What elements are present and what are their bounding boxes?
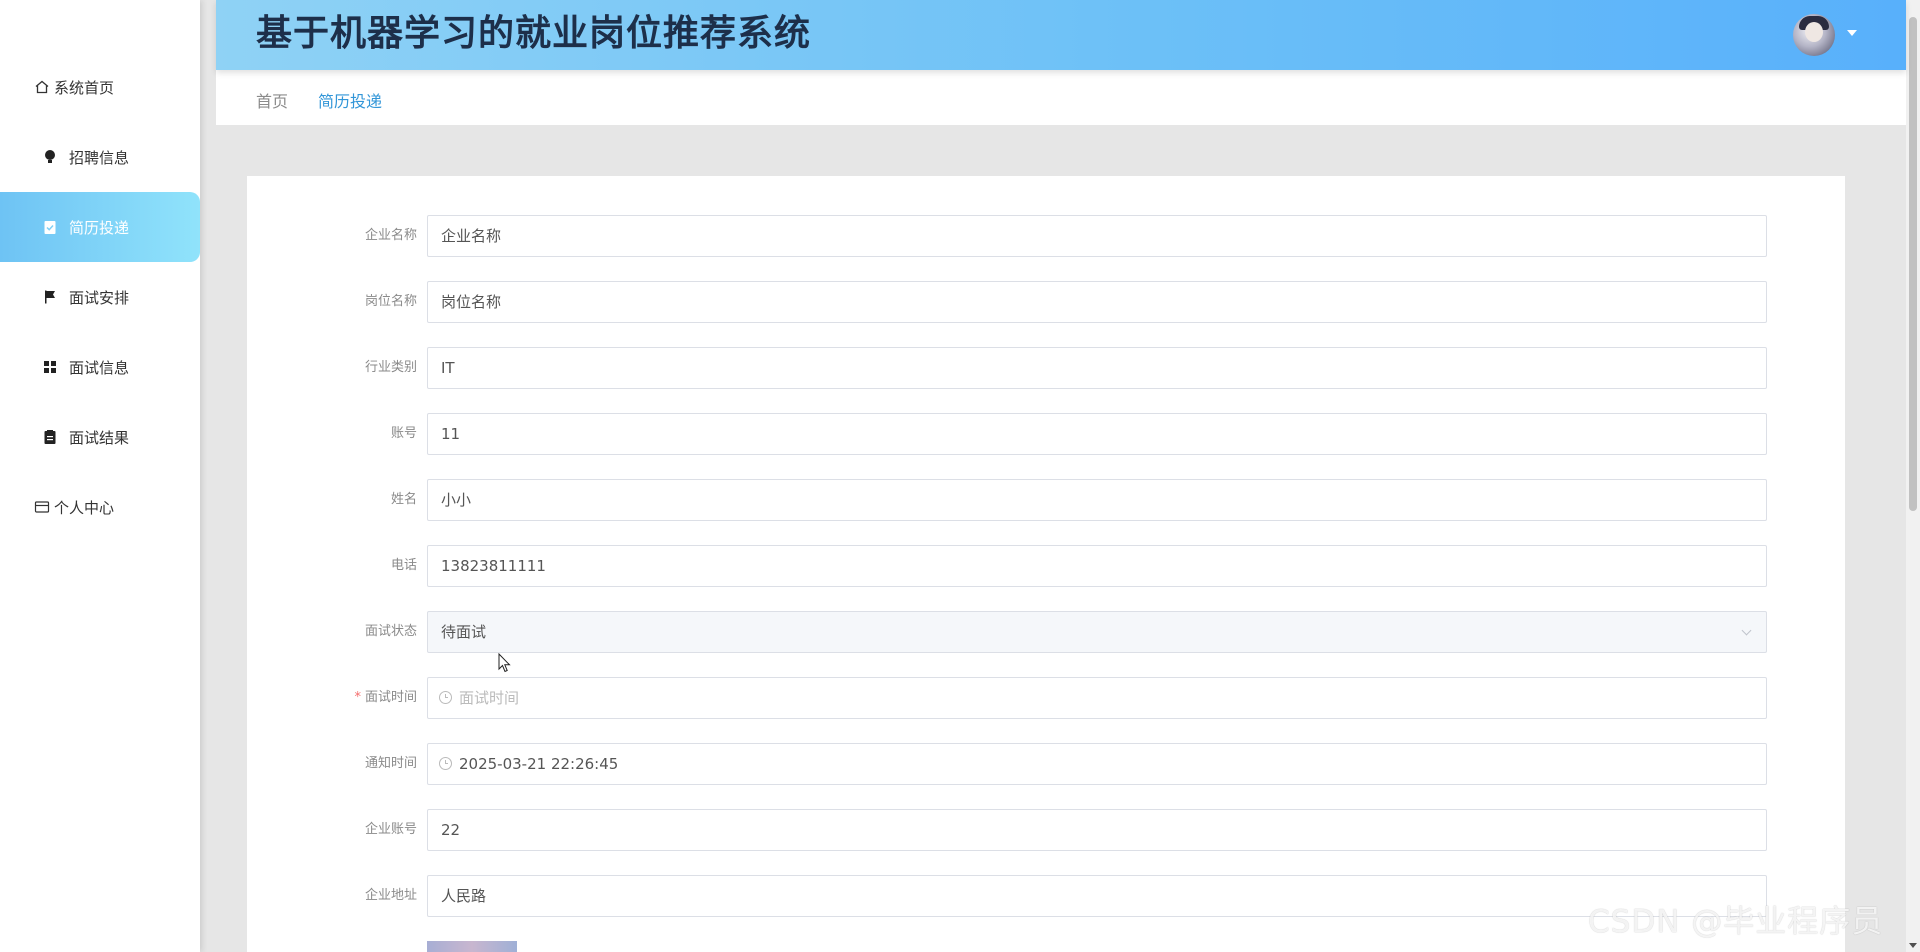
company-address-field[interactable]: 人民路 [427, 875, 1767, 917]
field-value: 22 [441, 821, 461, 839]
form-row-name: 姓名 小小 [247, 479, 1845, 521]
industry-field[interactable]: IT [427, 347, 1767, 389]
grid-icon [41, 358, 59, 376]
field-label: 企业名称 [364, 228, 417, 243]
required-mark: * [354, 690, 361, 705]
sidebar-item-interview-result[interactable]: 面试结果 [0, 402, 200, 472]
field-label: 企业地址 [364, 888, 417, 903]
field-value: 企业名称 [441, 227, 502, 245]
field-value: 小小 [441, 491, 472, 509]
sidebar-nav: 系统首页 招聘信息 简历投递 面试安排 面试信息 面试结果 个人中心 [0, 52, 200, 542]
sidebar-item-label: 面试安排 [69, 288, 130, 307]
sidebar-item-label: 面试信息 [69, 358, 130, 377]
account-field[interactable]: 11 [427, 413, 1767, 455]
field-label: 账号 [390, 426, 417, 441]
name-field[interactable]: 小小 [427, 479, 1767, 521]
field-label: 电话 [390, 558, 417, 573]
form-row-company-name: 企业名称 企业名称 [247, 215, 1845, 257]
field-label: 姓名 [390, 492, 417, 507]
top-header: 基于机器学习的就业岗位推荐系统 [216, 0, 1906, 70]
form-row-company-account: 企业账号 22 [247, 809, 1845, 851]
field-value: 待面试 [441, 623, 487, 641]
bulb-icon [41, 148, 59, 166]
field-value: 岗位名称 [441, 293, 502, 311]
breadcrumb-current: 简历投递 [318, 92, 383, 111]
field-label: 岗位名称 [364, 294, 417, 309]
field-value: 2025-03-21 22:26:45 [459, 755, 619, 773]
sidebar-item-label: 面试结果 [69, 428, 130, 447]
interview-status-select[interactable]: 待面试 [427, 611, 1767, 653]
sidebar: 系统首页 招聘信息 简历投递 面试安排 面试信息 面试结果 个人中心 [0, 0, 200, 952]
sidebar-item-label: 个人中心 [54, 498, 115, 517]
scrollbar-thumb[interactable] [1909, 17, 1917, 511]
field-label: * 面试时间 [287, 677, 417, 719]
clipboard-check-icon [41, 218, 59, 236]
field-label: 通知时间 [364, 756, 417, 771]
wallet-icon [33, 498, 51, 516]
form-card: 企业名称 企业名称 岗位名称 岗位名称 行业类别 IT 账号 11 姓名 小小 … [247, 176, 1845, 952]
app-title: 基于机器学习的就业岗位推荐系统 [256, 13, 812, 54]
avatar[interactable] [1793, 14, 1835, 56]
sidebar-item-home[interactable]: 系统首页 [0, 52, 200, 122]
sidebar-item-label: 系统首页 [54, 78, 115, 97]
breadcrumb: 首页 简历投递 [216, 70, 1906, 125]
flag-icon [41, 288, 59, 306]
field-value: 11 [441, 425, 461, 443]
sidebar-item-resume[interactable]: 简历投递 [0, 192, 200, 262]
form-row-interview-status: 面试状态 待面试 [247, 611, 1845, 653]
field-value: 13823811111 [441, 557, 546, 575]
chevron-down-icon[interactable] [1847, 30, 1857, 36]
field-value: 人民路 [441, 887, 487, 905]
form-row-phone: 电话 13823811111 [247, 545, 1845, 587]
sidebar-item-profile[interactable]: 个人中心 [0, 472, 200, 542]
image-thumbnail[interactable] [427, 941, 517, 952]
position-name-field[interactable]: 岗位名称 [427, 281, 1767, 323]
clock-icon [439, 757, 452, 770]
form-row-notify-time: 通知时间 2025-03-21 22:26:45 [247, 743, 1845, 785]
chevron-down-icon [1741, 625, 1752, 636]
form-row-position-name: 岗位名称 岗位名称 [247, 281, 1845, 323]
field-label: 企业账号 [364, 822, 417, 837]
sidebar-item-interview-schedule[interactable]: 面试安排 [0, 262, 200, 332]
form-row-industry: 行业类别 IT [247, 347, 1845, 389]
sidebar-item-interview-info[interactable]: 面试信息 [0, 332, 200, 402]
notify-time-picker[interactable]: 2025-03-21 22:26:45 [427, 743, 1767, 785]
scroll-down-icon[interactable] [1909, 943, 1917, 948]
clipboard-icon [41, 428, 59, 446]
interview-time-picker[interactable]: 面试时间 [427, 677, 1767, 719]
form-row-account: 账号 11 [247, 413, 1845, 455]
home-icon [33, 78, 51, 96]
sidebar-item-label: 招聘信息 [69, 148, 130, 167]
field-label-text: 面试时间 [364, 690, 417, 705]
page-scrollbar[interactable] [1906, 0, 1920, 952]
phone-field[interactable]: 13823811111 [427, 545, 1767, 587]
sidebar-item-jobs[interactable]: 招聘信息 [0, 122, 200, 192]
field-label: 行业类别 [364, 360, 417, 375]
field-placeholder: 面试时间 [459, 689, 520, 707]
watermark: CSDN @毕业程序员 [1588, 904, 1884, 940]
breadcrumb-home[interactable]: 首页 [256, 88, 288, 112]
clock-icon [439, 691, 452, 704]
field-value: IT [441, 359, 455, 377]
company-account-field[interactable]: 22 [427, 809, 1767, 851]
form-row-interview-time: * 面试时间 面试时间 [247, 677, 1845, 719]
company-name-field[interactable]: 企业名称 [427, 215, 1767, 257]
field-label: 面试状态 [364, 624, 417, 639]
mouse-cursor-icon [498, 653, 511, 673]
sidebar-item-label: 简历投递 [69, 218, 130, 237]
avatar-face [1805, 22, 1823, 42]
